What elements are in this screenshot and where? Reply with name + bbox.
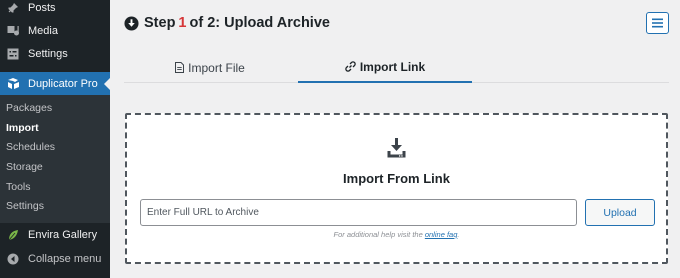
collapse-menu-button[interactable]: Collapse menu: [0, 247, 110, 271]
download-circle-icon: [124, 15, 139, 31]
media-icon: [6, 24, 20, 38]
submenu-tools[interactable]: Tools: [0, 178, 110, 198]
archive-url-input[interactable]: [140, 199, 577, 226]
link-icon: [345, 61, 356, 72]
menu-item-label: Media: [28, 24, 58, 37]
submenu-settings[interactable]: Settings: [0, 197, 110, 217]
upload-button[interactable]: Upload: [585, 199, 655, 226]
menu-item-label: Envira Gallery: [28, 229, 98, 242]
tab-label: Import File: [188, 60, 245, 75]
menu-item-settings[interactable]: Settings: [0, 42, 110, 65]
leaf-icon: [6, 228, 20, 242]
menu-item-posts[interactable]: Posts: [0, 0, 110, 19]
file-icon: [175, 62, 185, 73]
menu-item-label: Duplicator Pro: [28, 77, 98, 90]
page-title: Step 1 of 2: Upload Archive: [124, 15, 330, 31]
download-tray-icon: [387, 138, 406, 158]
main-content: Step 1 of 2: Upload Archive Import File …: [110, 0, 680, 278]
tab-label: Import Link: [359, 59, 426, 74]
title-suffix: of 2: Upload Archive: [189, 15, 330, 31]
menu-item-envira-gallery[interactable]: Envira Gallery: [0, 223, 110, 247]
help-text-prefix: For additional help visit the: [333, 230, 425, 239]
help-text: For additional help visit the online faq…: [127, 230, 666, 239]
submenu-import[interactable]: Import: [0, 119, 110, 139]
hamburger-menu-button[interactable]: [646, 12, 669, 34]
step-number: 1: [178, 15, 187, 31]
menu-item-label: Settings: [28, 47, 68, 60]
duplicator-submenu: Packages Import Schedules Storage Tools …: [0, 95, 110, 224]
pin-icon: [6, 1, 20, 15]
admin-sidebar: Posts Media Settings Duplicator Pro Pack…: [0, 0, 110, 278]
help-text-end: .: [457, 230, 460, 239]
menu-item-duplicator-pro[interactable]: Duplicator Pro: [0, 72, 110, 95]
submenu-packages[interactable]: Packages: [0, 99, 110, 119]
menu-item-media[interactable]: Media: [0, 19, 110, 42]
collapse-icon: [6, 252, 20, 266]
settings-icon: [6, 47, 20, 61]
submenu-storage[interactable]: Storage: [0, 158, 110, 178]
import-tabs: Import File Import Link: [124, 52, 669, 83]
duplicator-icon: [6, 77, 20, 91]
submenu-schedules[interactable]: Schedules: [0, 138, 110, 158]
tab-import-file[interactable]: Import File: [140, 52, 280, 83]
menu-item-label: Collapse menu: [28, 253, 102, 266]
tab-import-link[interactable]: Import Link: [298, 52, 472, 83]
import-link-panel: Import From Link Upload For additional h…: [125, 113, 668, 264]
hamburger-icon: [652, 18, 663, 28]
title-prefix: Step: [144, 15, 176, 31]
import-from-link-heading: Import From Link: [343, 171, 450, 186]
menu-item-label: Posts: [28, 1, 56, 14]
online-faq-link[interactable]: online faq: [425, 230, 458, 239]
